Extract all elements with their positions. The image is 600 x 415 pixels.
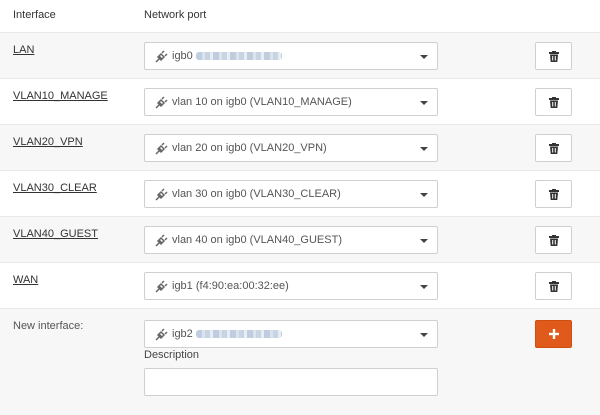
network-port-select[interactable]: vlan 40 on igb0 (VLAN40_GUEST) — [144, 226, 438, 254]
plus-icon — [549, 329, 559, 339]
network-port-select[interactable]: igb0 — [144, 42, 438, 70]
trash-icon — [549, 97, 559, 108]
port-prefix: igb0 — [172, 50, 193, 62]
plug-icon — [155, 188, 168, 201]
network-port-select[interactable]: igb1 (f4:90:ea:00:32:ee) — [144, 272, 438, 300]
plug-icon — [155, 280, 168, 293]
delete-interface-button[interactable] — [535, 42, 572, 70]
delete-interface-button[interactable] — [535, 134, 572, 162]
network-port-value: vlan 30 on igb0 (VLAN30_CLEAR) — [172, 188, 341, 200]
plug-icon — [155, 142, 168, 155]
table-header: Interface Network port — [0, 0, 600, 32]
table-row: VLAN10_MANAGE vlan 10 on igb0 (VLAN10_MA… — [0, 78, 600, 124]
network-port-select[interactable]: vlan 20 on igb0 (VLAN20_VPN) — [144, 134, 438, 162]
interface-link-vlan30-clear[interactable]: VLAN30_CLEAR — [13, 182, 97, 194]
table-row: VLAN40_GUEST vlan 40 on igb0 (VLAN40_GUE… — [0, 216, 600, 262]
network-port-value: igb1 (f4:90:ea:00:32:ee) — [172, 280, 289, 292]
trash-icon — [549, 235, 559, 246]
interface-link-vlan10-manage[interactable]: VLAN10_MANAGE — [13, 90, 108, 102]
table-row: LAN igb0 — [0, 32, 600, 78]
network-port-select[interactable]: vlan 30 on igb0 (VLAN30_CLEAR) — [144, 180, 438, 208]
redacted-port-detail — [195, 330, 282, 339]
interface-link-vlan40-guest[interactable]: VLAN40_GUEST — [13, 228, 98, 240]
table-row: VLAN20_VPN vlan 20 on igb0 (VLAN20_VPN) — [0, 124, 600, 170]
plug-icon — [155, 234, 168, 247]
network-port-value: vlan 40 on igb0 (VLAN40_GUEST) — [172, 234, 342, 246]
port-prefix: igb2 — [172, 328, 193, 340]
interface-link-vlan20-vpn[interactable]: VLAN20_VPN — [13, 136, 83, 148]
caret-down-icon — [420, 239, 428, 243]
trash-icon — [549, 51, 559, 62]
trash-icon — [549, 281, 559, 292]
delete-interface-button[interactable] — [535, 88, 572, 116]
redacted-port-detail — [195, 52, 282, 61]
interface-link-lan[interactable]: LAN — [13, 44, 34, 56]
interface-column-header: Interface — [13, 9, 56, 21]
caret-down-icon — [420, 333, 428, 337]
caret-down-icon — [420, 147, 428, 151]
network-port-value: vlan 10 on igb0 (VLAN10_MANAGE) — [172, 96, 352, 108]
caret-down-icon — [420, 285, 428, 289]
new-interface-port-select[interactable]: igb2 — [144, 320, 438, 348]
trash-icon — [549, 143, 559, 154]
network-port-value: vlan 20 on igb0 (VLAN20_VPN) — [172, 142, 327, 154]
network-port-column-header: Network port — [144, 9, 207, 21]
plug-icon — [155, 328, 168, 341]
caret-down-icon — [420, 193, 428, 197]
delete-interface-button[interactable] — [535, 180, 572, 208]
plug-icon — [155, 96, 168, 109]
table-row: WAN igb1 (f4:90:ea:00:32:ee) — [0, 262, 600, 308]
description-label: Description — [144, 349, 200, 361]
table-row: VLAN30_CLEAR vlan 30 on igb0 (VLAN30_CLE… — [0, 170, 600, 216]
caret-down-icon — [420, 101, 428, 105]
network-port-select[interactable]: vlan 10 on igb0 (VLAN10_MANAGE) — [144, 88, 438, 116]
add-interface-button[interactable] — [535, 320, 572, 348]
new-interface-row: New interface: igb2 Description — [0, 308, 600, 415]
new-interface-label: New interface: — [13, 320, 84, 332]
interface-link-wan[interactable]: WAN — [13, 274, 38, 286]
delete-interface-button[interactable] — [535, 272, 572, 300]
plug-icon — [155, 50, 168, 63]
description-input[interactable] — [144, 368, 438, 396]
caret-down-icon — [420, 55, 428, 59]
trash-icon — [549, 189, 559, 200]
delete-interface-button[interactable] — [535, 226, 572, 254]
